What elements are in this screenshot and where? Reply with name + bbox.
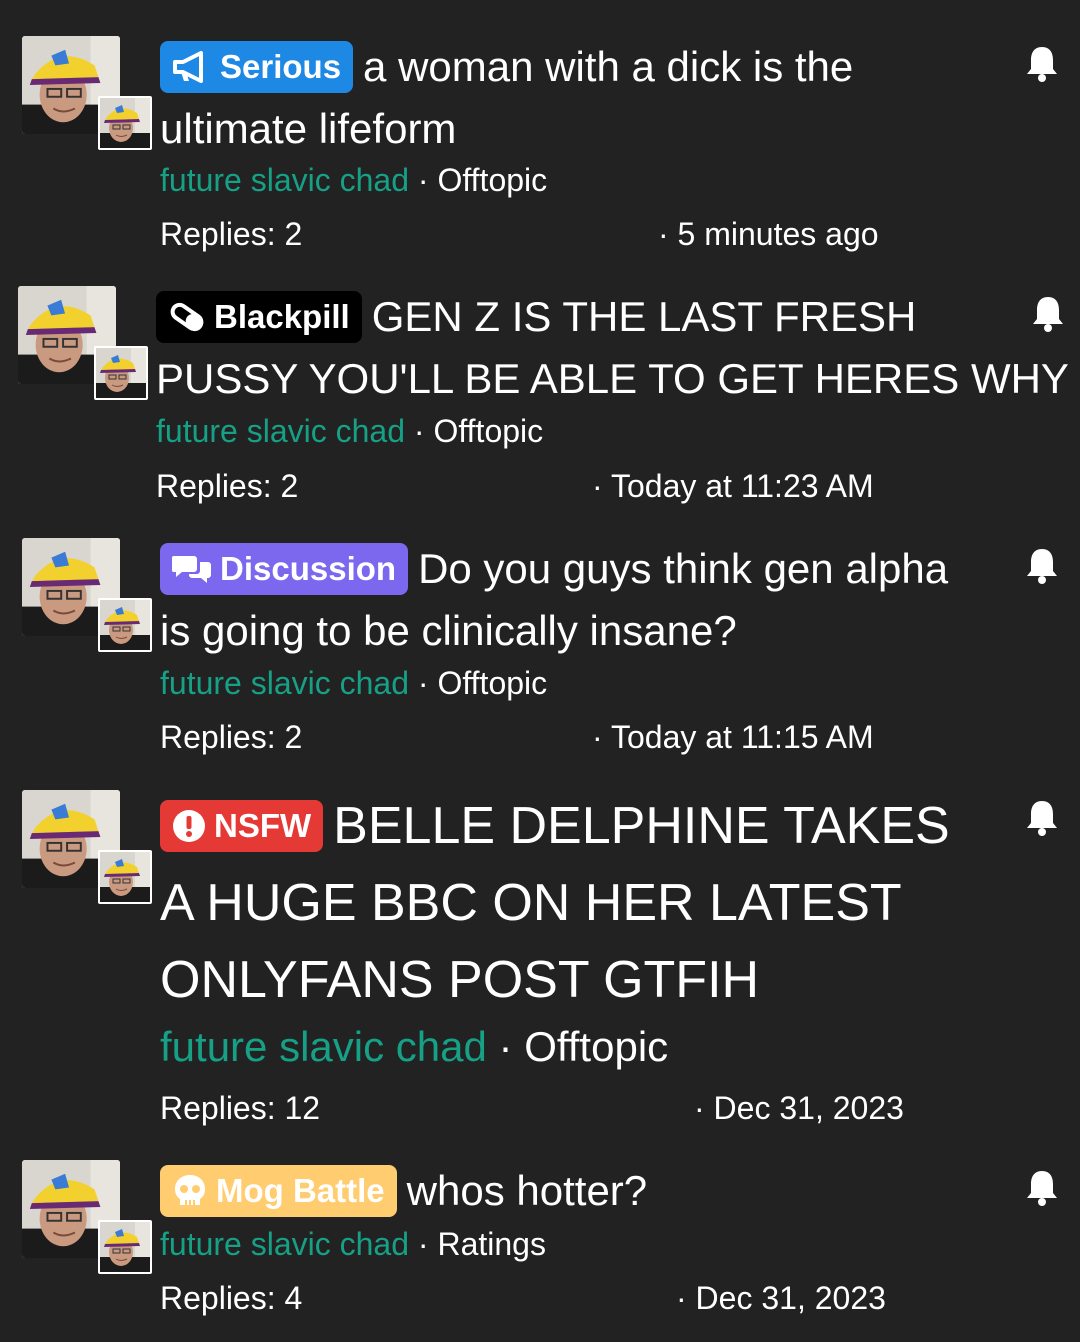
title-line: A HUGE BBC ON HER LATEST <box>160 874 902 932</box>
thread-title[interactable]: Mog Battle whos hotter? <box>160 1160 647 1222</box>
last-poster-avatar[interactable] <box>94 346 148 400</box>
author-link[interactable]: future slavic chad <box>160 1226 409 1262</box>
bell-icon[interactable] <box>1024 1168 1060 1208</box>
author-link[interactable]: future slavic chad <box>160 1023 487 1070</box>
exclamation-circle-icon <box>173 809 205 842</box>
replies-count: Replies: 2 <box>160 216 303 252</box>
title-line: BELLE DELPHINE TAKES <box>333 797 950 855</box>
forum-link[interactable]: Offtopic <box>437 665 547 701</box>
replies-count: Replies: 2 <box>156 468 299 504</box>
bell-icon[interactable] <box>1030 294 1066 334</box>
thread-meta: future slavic chad · Offtopic <box>156 411 543 451</box>
avatar-group <box>22 36 152 151</box>
separator: · <box>498 1023 513 1070</box>
prefix-label: NSFW <box>214 807 312 844</box>
thread-title[interactable]: NSFW BELLE DELPHINE TAKES A HUGE BBC ON HE… <box>160 788 950 1019</box>
forum-link[interactable]: Offtopic <box>524 1023 668 1070</box>
forum-link[interactable]: Offtopic <box>437 162 547 198</box>
prefix-badge[interactable]: Mog Battle <box>160 1165 397 1217</box>
thread-meta: future slavic chad · Offtopic <box>160 160 547 200</box>
bell-icon[interactable] <box>1024 798 1060 838</box>
author-link[interactable]: future slavic chad <box>160 665 409 701</box>
last-poster-avatar[interactable] <box>98 1220 152 1274</box>
bell-icon[interactable] <box>1024 546 1060 586</box>
prefix-label: Mog Battle <box>216 1172 385 1209</box>
author-link[interactable]: future slavic chad <box>160 162 409 198</box>
separator: · <box>417 665 429 701</box>
title-line: PUSSY YOU'LL BE ABLE TO GET HERES WHY <box>156 355 1069 402</box>
title-line: ultimate lifeform <box>160 105 457 152</box>
prefix-label: Discussion <box>220 550 397 587</box>
thread-title[interactable]: Serious a woman with a dick is the ultimat… <box>160 36 853 160</box>
bell-icon[interactable] <box>1024 44 1060 84</box>
title-line: ONLYFANS POST GTFIH <box>160 951 760 1009</box>
title-line: GEN Z IS THE LAST FRESH <box>371 293 917 340</box>
separator: · <box>417 1226 429 1262</box>
thread-meta: future slavic chad · Offtopic <box>160 663 547 703</box>
replies-count: Replies: 12 <box>160 1090 321 1126</box>
title-line: a woman with a dick is the <box>363 43 854 90</box>
last-post-date[interactable]: · Dec 31, 2023 <box>694 1088 904 1128</box>
separator: · <box>417 162 429 198</box>
avatar-group <box>18 286 148 401</box>
last-poster-avatar[interactable] <box>98 598 152 652</box>
megaphone-icon <box>173 50 203 83</box>
thread-title[interactable]: Blackpill GEN Z IS THE LAST FRESH PUSSY YO… <box>156 286 1069 410</box>
thread-meta: future slavic chad · Ratings <box>160 1224 546 1264</box>
prefix-badge[interactable]: Discussion <box>160 543 409 595</box>
author-link[interactable]: future slavic chad <box>156 413 405 449</box>
prefix-badge[interactable]: Serious <box>160 41 354 93</box>
separator: · <box>413 413 425 449</box>
last-poster-avatar[interactable] <box>98 850 152 904</box>
title-line: is going to be clinically insane? <box>160 607 737 654</box>
title-line: whos hotter? <box>406 1167 648 1214</box>
avatar-group <box>22 790 152 905</box>
prefix-label: Blackpill <box>214 298 350 335</box>
avatar-group <box>22 538 152 653</box>
last-post-date[interactable]: · Today at 11:15 AM <box>592 717 874 757</box>
avatar-group <box>22 1160 152 1275</box>
prefix-label: Serious <box>220 48 342 85</box>
last-post-date[interactable]: · 5 minutes ago <box>658 214 879 254</box>
skull-icon <box>175 1174 205 1205</box>
replies-count: Replies: 4 <box>160 1280 303 1316</box>
prefix-badge[interactable]: Blackpill <box>156 291 362 343</box>
title-line: Do you guys think gen alpha <box>418 545 949 592</box>
thread-title[interactable]: Discussion Do you guys think gen alpha is … <box>160 538 948 662</box>
replies-count: Replies: 2 <box>160 719 303 755</box>
forum-link[interactable]: Ratings <box>437 1226 546 1262</box>
last-post-date[interactable]: · Dec 31, 2023 <box>676 1278 886 1318</box>
thread-meta: future slavic chad · Offtopic <box>160 1022 668 1072</box>
last-post-date[interactable]: · Today at 11:23 AM <box>592 466 874 506</box>
last-poster-avatar[interactable] <box>98 96 152 150</box>
prefix-badge[interactable]: NSFW <box>160 800 324 852</box>
pill-icon <box>170 302 204 331</box>
chat-bubbles-icon <box>171 555 211 583</box>
forum-link[interactable]: Offtopic <box>433 413 543 449</box>
